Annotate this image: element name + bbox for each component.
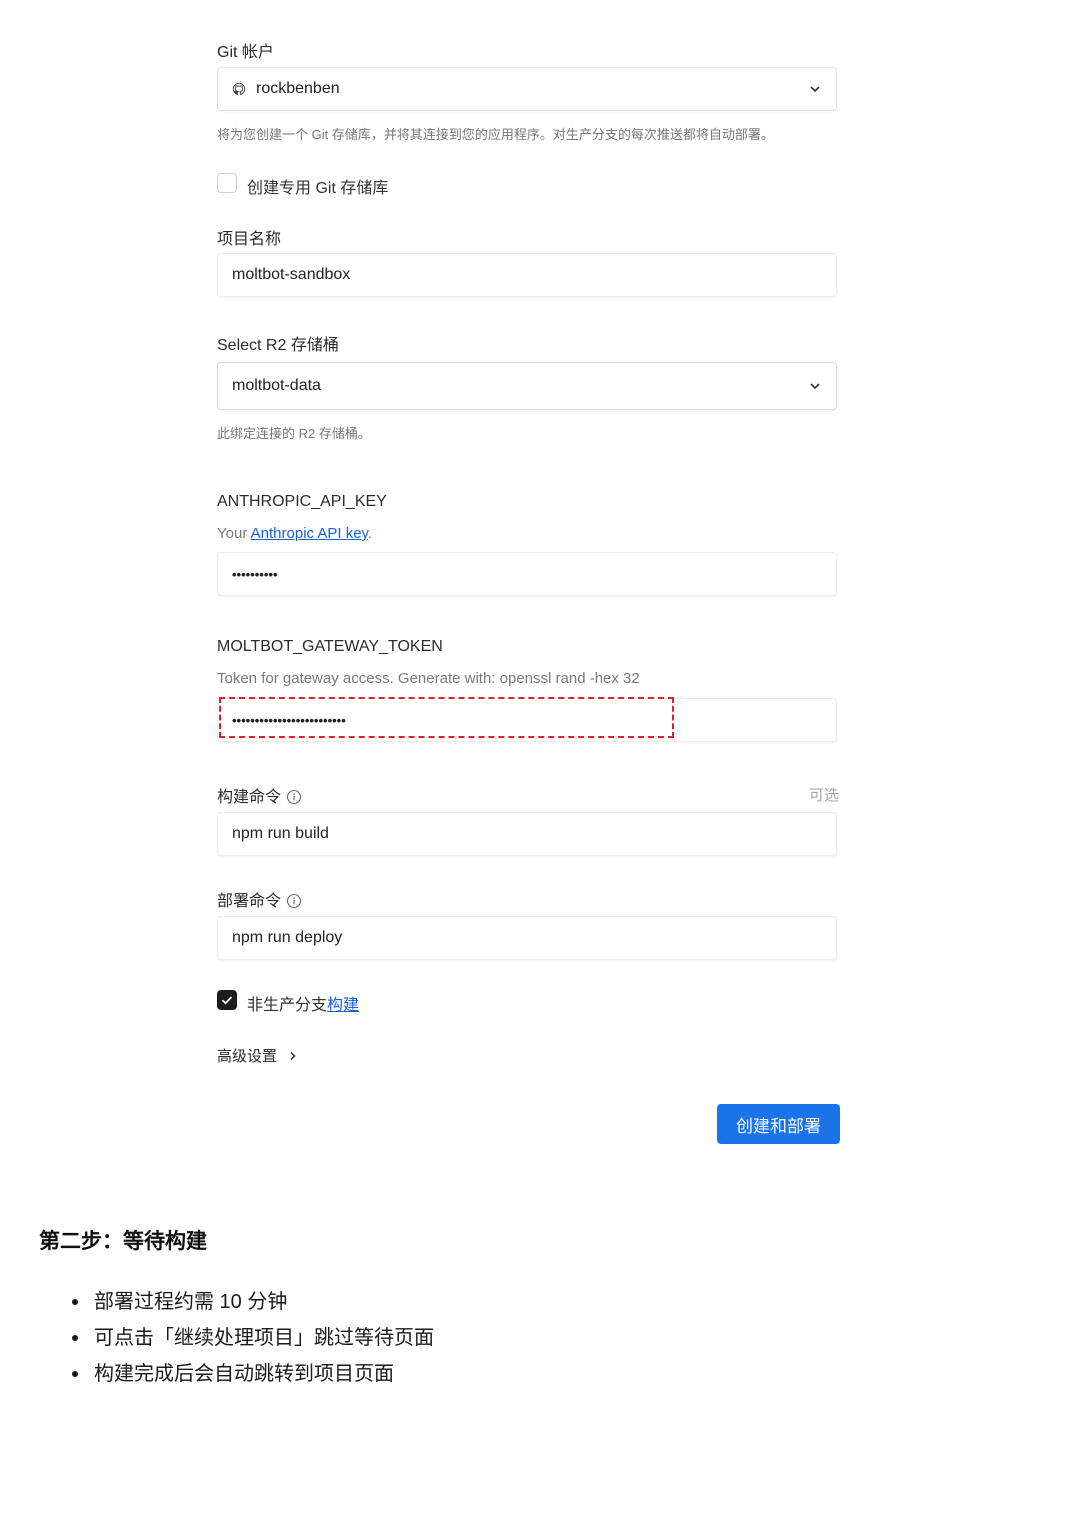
- deploy-command-input[interactable]: npm run deploy: [217, 916, 837, 960]
- chevron-down-icon: [810, 86, 820, 93]
- advanced-settings-toggle[interactable]: 高级设置: [217, 1045, 299, 1066]
- private-repo-checkbox[interactable]: [217, 173, 237, 193]
- deploy-command-label: 部署命令: [217, 887, 302, 911]
- build-link[interactable]: 构建: [327, 997, 359, 1014]
- step-bullet-list: 部署过程约需 10 分钟 可点击「继续处理项目」跳过等待页面 构建完成后会自动跳…: [70, 1286, 434, 1394]
- project-name-value: moltbot-sandbox: [232, 266, 351, 283]
- list-item: 部署过程约需 10 分钟: [70, 1286, 434, 1322]
- r2-bucket-label: Select R2 存储桶: [217, 337, 339, 354]
- git-account-hint: 将为您创建一个 Git 存储库，并将其连接到您的应用程序。对生产分支的每次推送都…: [217, 127, 774, 142]
- build-command-value: npm run build: [232, 825, 329, 842]
- list-item: 构建完成后会自动跳转到项目页面: [70, 1358, 434, 1394]
- anthropic-key-label: ANTHROPIC_API_KEY: [217, 493, 387, 510]
- optional-tag: 可选: [808, 787, 839, 804]
- project-name-label: 项目名称: [217, 231, 282, 248]
- chevron-down-icon: [810, 383, 820, 390]
- github-icon: [232, 82, 246, 96]
- r2-bucket-value: moltbot-data: [232, 377, 321, 394]
- private-repo-label: 创建专用 Git 存储库: [247, 180, 389, 197]
- gateway-token-label: MOLTBOT_GATEWAY_TOKEN: [217, 638, 443, 655]
- gateway-token-value: •••••••••••••••••••••••••: [232, 712, 346, 728]
- create-and-deploy-button[interactable]: 创建和部署: [717, 1104, 840, 1144]
- step-title: 第二步：等待构建: [39, 1230, 207, 1253]
- non-prod-build-checkbox[interactable]: [217, 990, 237, 1010]
- r2-bucket-hint: 此绑定连接的 R2 存储桶。: [217, 426, 371, 441]
- info-icon[interactable]: [286, 893, 302, 909]
- anthropic-key-input[interactable]: ••••••••••: [217, 552, 837, 596]
- build-command-label: 构建命令: [217, 783, 302, 807]
- anthropic-key-value: ••••••••••: [232, 566, 278, 582]
- non-prod-build-label: 非生产分支构建: [247, 997, 360, 1014]
- gateway-token-input[interactable]: •••••••••••••••••••••••••: [217, 698, 837, 742]
- gateway-token-description: Token for gateway access. Generate with:…: [217, 670, 640, 687]
- chevron-right-icon: [290, 1051, 296, 1061]
- git-account-value: rockbenben: [256, 80, 340, 97]
- anthropic-api-key-link[interactable]: Anthropic API key: [251, 525, 368, 542]
- project-name-input[interactable]: moltbot-sandbox: [217, 253, 837, 297]
- list-item: 可点击「继续处理项目」跳过等待页面: [70, 1322, 434, 1358]
- info-icon[interactable]: [286, 789, 302, 805]
- build-command-input[interactable]: npm run build: [217, 812, 837, 856]
- deploy-command-value: npm run deploy: [232, 929, 343, 946]
- git-account-label: Git 帐户: [217, 44, 274, 61]
- check-icon: [221, 996, 233, 1005]
- anthropic-key-description: Your Anthropic API key.: [217, 525, 373, 542]
- r2-bucket-select[interactable]: moltbot-data: [217, 362, 837, 410]
- git-account-select[interactable]: rockbenben: [217, 67, 837, 111]
